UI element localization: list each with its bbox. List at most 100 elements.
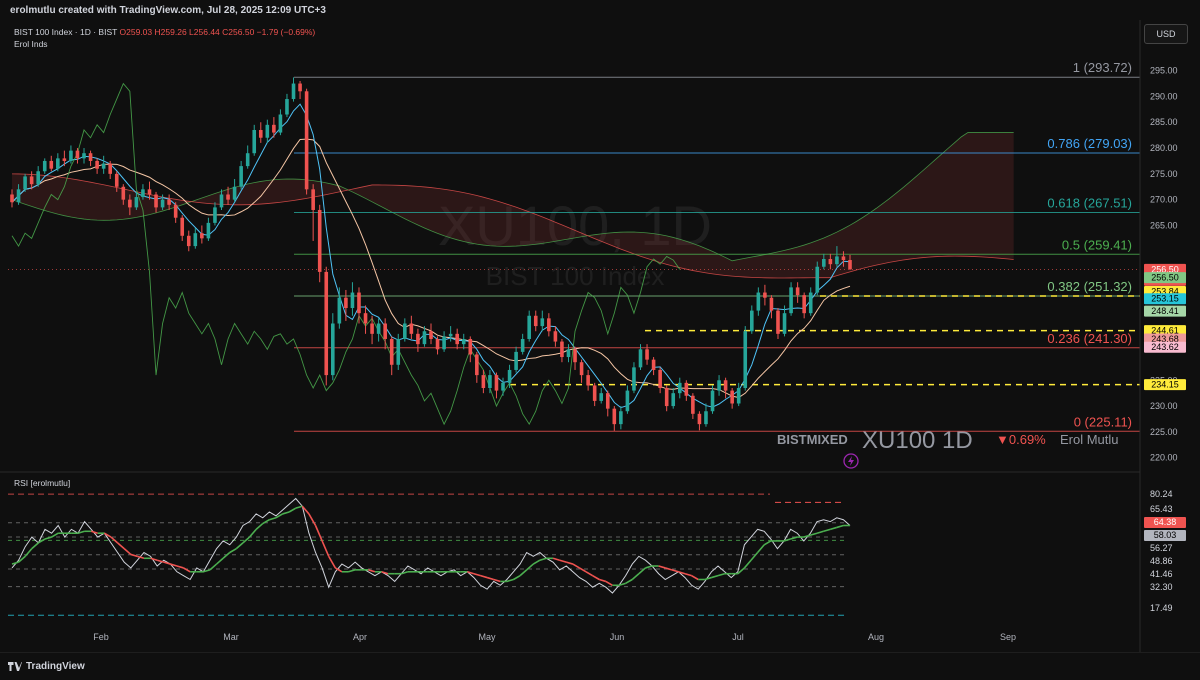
candle-body[interactable] [232, 186, 237, 200]
candle-body[interactable] [553, 331, 558, 342]
candle-body[interactable] [848, 260, 852, 270]
candle-body[interactable] [219, 194, 224, 208]
candle-body[interactable] [193, 233, 198, 247]
candle-body[interactable] [533, 315, 538, 327]
candle-body[interactable] [409, 323, 414, 334]
candle-body[interactable] [128, 199, 132, 208]
candle-body[interactable] [494, 375, 499, 391]
candle-body[interactable] [481, 375, 486, 389]
candle-body[interactable] [186, 235, 191, 247]
candle-body[interactable] [625, 390, 630, 412]
candle-body[interactable] [396, 338, 401, 365]
candle-body[interactable] [475, 354, 479, 376]
candle-body[interactable] [723, 380, 728, 391]
candle-body[interactable] [226, 194, 230, 200]
tradingview-logo[interactable]: TradingView [8, 661, 85, 672]
candle-body[interactable] [88, 153, 93, 161]
candle-body[interactable] [461, 338, 466, 345]
candle-body[interactable] [108, 163, 113, 174]
indicator-name[interactable]: Erol Inds [14, 38, 315, 50]
candle-body[interactable] [691, 395, 695, 414]
candle-body[interactable] [291, 83, 296, 100]
candle-body[interactable] [258, 129, 263, 138]
candle-body[interactable] [370, 323, 374, 334]
candle-body[interactable] [769, 297, 774, 311]
candle-body[interactable] [324, 271, 329, 376]
candle-body[interactable] [808, 292, 813, 314]
candle-body[interactable] [756, 292, 761, 311]
candle-body[interactable] [835, 256, 839, 265]
candle-body[interactable] [605, 393, 610, 409]
candle-body[interactable] [560, 341, 564, 358]
candle-body[interactable] [272, 124, 276, 133]
candle-body[interactable] [704, 411, 708, 425]
candle-body[interactable] [468, 338, 473, 355]
candle-body[interactable] [200, 233, 204, 239]
price-pane[interactable]: XU100, 1DBIST 100 Index1 (293.72)0.786 (… [0, 60, 1140, 473]
candle-body[interactable] [730, 390, 734, 404]
candle-body[interactable] [82, 153, 86, 159]
candle-body[interactable] [841, 256, 846, 261]
candle-body[interactable] [507, 369, 512, 383]
candle-body[interactable] [344, 297, 348, 309]
rsi-label[interactable]: RSI [erolmutlu] [14, 478, 70, 488]
candle-body[interactable] [121, 186, 126, 200]
candle-body[interactable] [671, 393, 676, 407]
candle-body[interactable] [632, 367, 636, 391]
candle-body[interactable] [435, 338, 440, 350]
candle-body[interactable] [376, 323, 381, 334]
candle-body[interactable] [389, 338, 394, 365]
candle-body[interactable] [749, 310, 754, 332]
candle-body[interactable] [23, 176, 27, 190]
candle-body[interactable] [527, 315, 532, 339]
candle-body[interactable] [592, 385, 597, 401]
candle-body[interactable] [710, 390, 715, 412]
candle-body[interactable] [547, 318, 551, 332]
candle-body[interactable] [638, 349, 643, 368]
candle-body[interactable] [69, 150, 73, 161]
candle-body[interactable] [736, 388, 741, 404]
candle-body[interactable] [363, 313, 368, 324]
symbol-line[interactable]: BIST 100 Index · 1D · BIST [14, 27, 117, 37]
candle-body[interactable] [75, 150, 80, 159]
candle-body[interactable] [599, 393, 604, 401]
candle-body[interactable] [245, 153, 250, 167]
candle-body[interactable] [265, 124, 270, 138]
candle-body[interactable] [147, 189, 152, 195]
candle-body[interactable] [101, 163, 106, 169]
candle-body[interactable] [337, 297, 342, 324]
candle-body[interactable] [239, 166, 243, 187]
candle-body[interactable] [664, 388, 669, 407]
candle-body[interactable] [540, 318, 545, 327]
candle-body[interactable] [160, 199, 165, 208]
candle-body[interactable] [416, 333, 420, 345]
candle-body[interactable] [278, 114, 283, 133]
candle-body[interactable] [782, 313, 787, 334]
candle-body[interactable] [317, 209, 322, 272]
candle-body[interactable] [167, 199, 171, 205]
candle-body[interactable] [795, 287, 800, 296]
candle-body[interactable] [573, 349, 577, 363]
candle-body[interactable] [298, 83, 302, 92]
candle-body[interactable] [16, 189, 21, 203]
candle-body[interactable] [645, 349, 649, 360]
candle-body[interactable] [520, 338, 525, 352]
candle-body[interactable] [42, 160, 47, 172]
candle-body[interactable] [429, 331, 433, 339]
candle-body[interactable] [619, 411, 623, 425]
candle-body[interactable] [763, 292, 767, 298]
candle-body[interactable] [95, 160, 99, 169]
candle-body[interactable] [717, 380, 721, 391]
candle-body[interactable] [789, 287, 793, 314]
candle-body[interactable] [154, 194, 158, 208]
candle-body[interactable] [612, 408, 617, 425]
candle-body[interactable] [684, 382, 689, 396]
candle-body[interactable] [311, 189, 315, 210]
candle-body[interactable] [29, 176, 34, 185]
candle-body[interactable] [651, 359, 656, 370]
rsi-pane[interactable] [8, 493, 851, 616]
candle-body[interactable] [677, 382, 682, 394]
candle-body[interactable] [442, 336, 446, 350]
candle-body[interactable] [62, 158, 67, 161]
candle-body[interactable] [304, 91, 309, 190]
